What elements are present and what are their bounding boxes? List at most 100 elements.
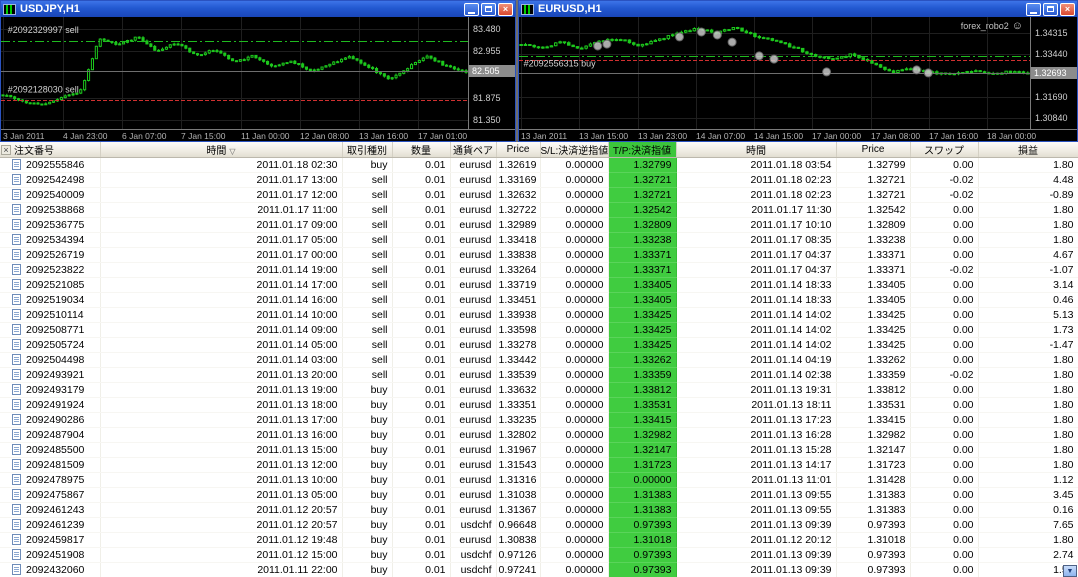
cell-pair: eurusd	[450, 487, 497, 503]
col-profit[interactable]: 損益	[978, 142, 1078, 158]
table-row[interactable]: 2092504498 2011.01.14 03:00 sell 0.01 eurusd…	[0, 352, 1078, 368]
cell-pair: usdchf	[450, 562, 497, 577]
cell-volume: 0.01	[392, 502, 451, 518]
table-row[interactable]: 2092490286 2011.01.13 17:00 buy 0.01 eurusd 1…	[0, 412, 1078, 428]
eurusd-chart-canvas[interactable]: #2092556315 buy 1.34315 1.33440 1.31690 1.30…	[519, 17, 1077, 141]
col-close-time[interactable]: 時間	[676, 142, 837, 158]
table-row[interactable]: 2092485500 2011.01.13 15:00 buy 0.01 eurusd 1…	[0, 442, 1078, 458]
table-row[interactable]: 2092493921 2011.01.13 20:00 sell 0.01 eurusd…	[0, 367, 1078, 383]
cell-open-price: 1.31543	[496, 457, 541, 473]
cell-close-time: 2011.01.13 14:17	[676, 457, 837, 473]
col-order-number[interactable]: 注文番号	[0, 142, 101, 158]
table-row[interactable]: 2092510114 2011.01.14 10:00 sell 0.01 eurusd…	[0, 307, 1078, 323]
cell-profit: 3.14	[978, 277, 1078, 293]
table-row[interactable]: 2092461243 2011.01.12 20:57 buy 0.01 eurusd 1…	[0, 502, 1078, 518]
table-row[interactable]: 2092540009 2011.01.17 12:00 sell 0.01 eurusd…	[0, 187, 1078, 203]
cell-type: sell	[342, 322, 393, 338]
cell-type: buy	[342, 157, 393, 173]
cell-stop-loss: 0.00000	[540, 532, 609, 548]
cell-profit: 1.80	[978, 157, 1078, 173]
table-row[interactable]: 2092523822 2011.01.14 19:00 sell 0.01 eurusd…	[0, 262, 1078, 278]
table-row[interactable]: 2092459817 2011.01.12 19:48 buy 0.01 eurusd 1…	[0, 532, 1078, 548]
cell-type: buy	[342, 547, 393, 563]
table-row[interactable]: 2092491924 2011.01.13 18:00 buy 0.01 eurusd 1…	[0, 397, 1078, 413]
cell-volume: 0.01	[392, 532, 451, 548]
close-button[interactable]: ×	[498, 2, 513, 16]
cell-type: buy	[342, 397, 393, 413]
table-row[interactable]: 2092519034 2011.01.14 16:00 sell 0.01 eurusd…	[0, 292, 1078, 308]
table-row[interactable]: 2092508771 2011.01.14 09:00 sell 0.01 eurusd…	[0, 322, 1078, 338]
cell-take-profit: 1.33531	[608, 397, 677, 413]
scroll-down-button[interactable]: ▼	[1063, 565, 1077, 577]
col-open-price[interactable]: Price	[496, 142, 541, 158]
minimize-button[interactable]	[464, 2, 479, 16]
col-pair[interactable]: 通貨ペア	[450, 142, 497, 158]
cell-volume: 0.01	[392, 277, 451, 293]
table-row[interactable]: 2092542498 2011.01.17 13:00 sell 0.01 eurusd…	[0, 172, 1078, 188]
cell-pair: eurusd	[450, 277, 497, 293]
cell-stop-loss: 0.00000	[540, 397, 609, 413]
table-row[interactable]: 2092478975 2011.01.13 10:00 buy 0.01 eurusd 1…	[0, 472, 1078, 488]
cell-open-time: 2011.01.14 19:00	[100, 262, 343, 278]
cell-open-price: 0.97241	[496, 562, 541, 577]
minimize-button[interactable]	[1026, 2, 1041, 16]
col-swap[interactable]: スワップ	[910, 142, 979, 158]
cell-type: sell	[342, 307, 393, 323]
col-stop-loss[interactable]: S/L:決済逆指値	[540, 142, 609, 158]
table-row[interactable]: 2092536775 2011.01.17 09:00 sell 0.01 eurusd…	[0, 217, 1078, 233]
cell-profit: 7.65	[978, 517, 1078, 533]
cell-profit: 1.80	[978, 412, 1078, 428]
table-row[interactable]: 2092451908 2011.01.12 15:00 buy 0.01 usdchf 0…	[0, 547, 1078, 563]
cell-close-time: 2011.01.14 14:02	[676, 307, 837, 323]
col-open-time[interactable]: 時間 ▽	[100, 142, 343, 158]
price-label: 1.33440	[1035, 49, 1068, 59]
cell-close-price: 1.32799	[836, 157, 911, 173]
table-row[interactable]: 2092555846 2011.01.18 02:30 buy 0.01 eurusd 1…	[0, 157, 1078, 173]
table-row[interactable]: 2092461239 2011.01.12 20:57 buy 0.01 usdchf 0…	[0, 517, 1078, 533]
table-row[interactable]: 2092475867 2011.01.13 05:00 buy 0.01 eurusd 1…	[0, 487, 1078, 503]
cell-stop-loss: 0.00000	[540, 367, 609, 383]
table-row[interactable]: 2092521085 2011.01.14 17:00 sell 0.01 eurusd…	[0, 277, 1078, 293]
cell-type: buy	[342, 382, 393, 398]
titlebar-eurusd[interactable]: EURUSD,H1 ×	[519, 1, 1077, 17]
titlebar-usdjpy[interactable]: USDJPY,H1 ×	[1, 1, 515, 17]
restore-button[interactable]	[1043, 2, 1058, 16]
cell-profit: 3.45	[978, 487, 1078, 503]
candlestick-chart: #2092556315 buy	[519, 17, 1030, 129]
cell-stop-loss: 0.00000	[540, 247, 609, 263]
close-button[interactable]: ×	[1060, 2, 1075, 16]
restore-button[interactable]	[481, 2, 496, 16]
time-label: 11 Jan 00:00	[241, 131, 290, 141]
col-volume[interactable]: 数量	[392, 142, 451, 158]
cell-profit: 0.46	[978, 292, 1078, 308]
cell-order-number: 2092432060	[0, 562, 101, 577]
usdjpy-chart-canvas[interactable]: #2092329997 sell #2092128030 sell 83.480 82…	[1, 17, 515, 141]
cell-pair: eurusd	[450, 502, 497, 518]
cell-order-number: 2092461239	[0, 517, 101, 533]
terminal-close-icon[interactable]: ×	[1, 145, 11, 155]
cell-open-price: 1.32619	[496, 157, 541, 173]
table-row[interactable]: 2092487904 2011.01.13 16:00 buy 0.01 eurusd 1…	[0, 427, 1078, 443]
col-close-price[interactable]: Price	[836, 142, 911, 158]
table-row[interactable]: 2092481509 2011.01.13 12:00 buy 0.01 eurusd 1…	[0, 457, 1078, 473]
order-note-icon	[12, 249, 21, 260]
cell-stop-loss: 0.00000	[540, 172, 609, 188]
table-row[interactable]: 2092534394 2011.01.17 05:00 sell 0.01 eurusd…	[0, 232, 1078, 248]
chart-window-icon	[3, 3, 16, 15]
col-take-profit[interactable]: T/P:決済指値	[608, 142, 677, 158]
cell-order-number: 2092451908	[0, 547, 101, 563]
table-row[interactable]: 2092505724 2011.01.14 05:00 sell 0.01 eurusd…	[0, 337, 1078, 353]
cell-swap: -0.02	[910, 172, 979, 188]
chart-window-icon	[521, 3, 534, 15]
col-type[interactable]: 取引種別	[342, 142, 393, 158]
cell-close-price: 1.33359	[836, 367, 911, 383]
table-row[interactable]: 2092538868 2011.01.17 11:00 sell 0.01 eurusd…	[0, 202, 1078, 218]
table-row[interactable]: 2092493179 2011.01.13 19:00 buy 0.01 eurusd 1…	[0, 382, 1078, 398]
table-row[interactable]: 2092432060 2011.01.11 22:00 buy 0.01 usdchf 0…	[0, 562, 1078, 577]
price-label: 82.955	[473, 46, 501, 56]
cell-take-profit: 0.97393	[608, 547, 677, 563]
table-row[interactable]: 2092526719 2011.01.17 00:00 sell 0.01 eurusd…	[0, 247, 1078, 263]
cell-type: buy	[342, 457, 393, 473]
cell-stop-loss: 0.00000	[540, 217, 609, 233]
cell-take-profit: 1.33405	[608, 277, 677, 293]
